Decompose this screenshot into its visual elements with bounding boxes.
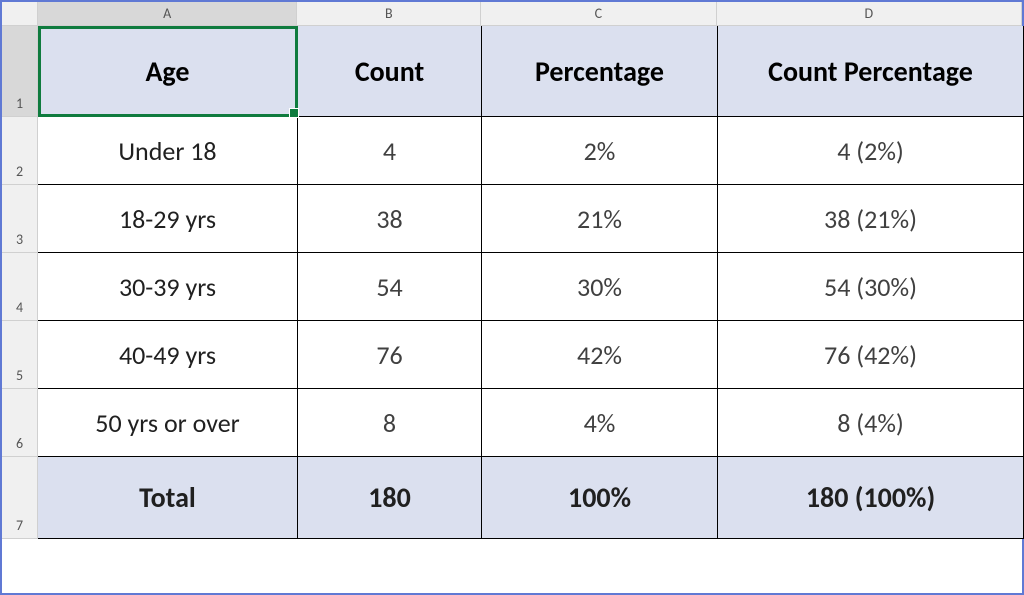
cell-B7[interactable]: 180 bbox=[298, 457, 482, 539]
cell-B2[interactable]: 4 bbox=[298, 117, 482, 185]
row-header-5[interactable]: 5 bbox=[2, 321, 38, 389]
cell-C1[interactable]: Percentage bbox=[482, 26, 718, 117]
cell-C3[interactable]: 21% bbox=[482, 185, 718, 253]
cell-D2[interactable]: 4 (2%) bbox=[718, 117, 1024, 185]
table-row: 50 yrs or over 8 4% 8 (4%) bbox=[38, 389, 1024, 457]
row-header-7[interactable]: 7 bbox=[2, 457, 38, 539]
column-header-C[interactable]: C bbox=[481, 2, 717, 26]
cell-A4[interactable]: 30-39 yrs bbox=[38, 253, 298, 321]
column-header-A[interactable]: A bbox=[38, 2, 297, 26]
column-header-B[interactable]: B bbox=[297, 2, 481, 26]
table-row: 40-49 yrs 76 42% 76 (42%) bbox=[38, 321, 1024, 389]
cell-B3[interactable]: 38 bbox=[298, 185, 482, 253]
cell-B4[interactable]: 54 bbox=[298, 253, 482, 321]
cell-A7[interactable]: Total bbox=[38, 457, 298, 539]
cell-C7[interactable]: 100% bbox=[482, 457, 718, 539]
cell-D4[interactable]: 54 (30%) bbox=[718, 253, 1024, 321]
header-row: Age Count Percentage Count Percentage bbox=[38, 26, 1024, 117]
row-header-3[interactable]: 3 bbox=[2, 185, 38, 253]
row-header-4[interactable]: 4 bbox=[2, 253, 38, 321]
cell-C4[interactable]: 30% bbox=[482, 253, 718, 321]
table-row: 30-39 yrs 54 30% 54 (30%) bbox=[38, 253, 1024, 321]
cell-A2[interactable]: Under 18 bbox=[38, 117, 298, 185]
spreadsheet: A B C D 1 2 3 4 5 6 7 Age Count Percenta… bbox=[2, 2, 1022, 593]
table-row: Under 18 4 2% 4 (2%) bbox=[38, 117, 1024, 185]
cell-C2[interactable]: 2% bbox=[482, 117, 718, 185]
column-header-D[interactable]: D bbox=[717, 2, 1022, 26]
cell-B1[interactable]: Count bbox=[298, 26, 482, 117]
row-header-column: 1 2 3 4 5 6 7 bbox=[2, 26, 38, 593]
cell-D1[interactable]: Count Percentage bbox=[718, 26, 1024, 117]
cell-B6[interactable]: 8 bbox=[298, 389, 482, 457]
cell-D3[interactable]: 38 (21%) bbox=[718, 185, 1024, 253]
row-header-1[interactable]: 1 bbox=[2, 26, 38, 117]
cell-C6[interactable]: 4% bbox=[482, 389, 718, 457]
select-all-corner[interactable] bbox=[2, 2, 38, 26]
cell-A6[interactable]: 50 yrs or over bbox=[38, 389, 298, 457]
row-header-2[interactable]: 2 bbox=[2, 117, 38, 185]
cell-A3[interactable]: 18-29 yrs bbox=[38, 185, 298, 253]
cell-C5[interactable]: 42% bbox=[482, 321, 718, 389]
row-header-6[interactable]: 6 bbox=[2, 389, 38, 457]
total-row: Total 180 100% 180 (100%) bbox=[38, 457, 1024, 539]
cell-D6[interactable]: 8 (4%) bbox=[718, 389, 1024, 457]
cell-A1[interactable]: Age bbox=[38, 26, 298, 117]
grid[interactable]: Age Count Percentage Count Percentage Un… bbox=[38, 26, 1024, 593]
cell-D5[interactable]: 76 (42%) bbox=[718, 321, 1024, 389]
column-header-row: A B C D bbox=[2, 2, 1022, 26]
cell-D7[interactable]: 180 (100%) bbox=[718, 457, 1024, 539]
table-row: 18-29 yrs 38 21% 38 (21%) bbox=[38, 185, 1024, 253]
cell-B5[interactable]: 76 bbox=[298, 321, 482, 389]
cell-A5[interactable]: 40-49 yrs bbox=[38, 321, 298, 389]
